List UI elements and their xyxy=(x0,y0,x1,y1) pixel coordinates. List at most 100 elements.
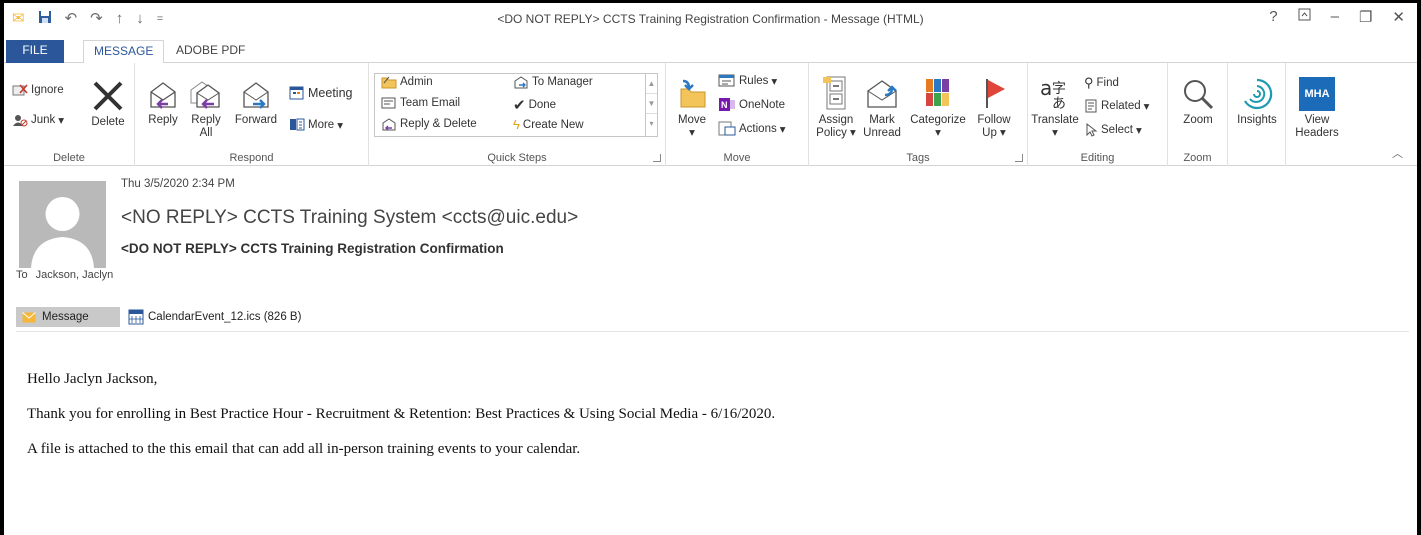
magnifier-icon xyxy=(1184,80,1214,110)
tags-launcher-icon[interactable] xyxy=(1015,154,1023,162)
junk-icon xyxy=(13,115,28,127)
follow-up-button[interactable]: Follow Up ▾ xyxy=(971,75,1017,140)
ignore-button[interactable]: Ignore xyxy=(12,83,64,97)
delete-group: Ignore Junk ▾ Delete Delete xyxy=(4,63,135,166)
select-button[interactable]: Select ▾ xyxy=(1084,123,1142,137)
ignore-icon xyxy=(12,84,28,96)
more-respond-button[interactable]: More ▾ xyxy=(289,117,343,132)
related-button[interactable]: Related ▾ xyxy=(1084,99,1149,113)
insights-button[interactable]: Insights xyxy=(1232,77,1282,127)
to-label: To xyxy=(16,269,28,281)
scroll-down-icon[interactable]: ▼ xyxy=(646,94,657,114)
related-icon xyxy=(1085,99,1097,113)
rules-icon xyxy=(718,74,735,87)
attachment-file[interactable]: CalendarEvent_12.ics (826 B) xyxy=(128,309,301,325)
assign-policy-button[interactable]: Assign Policy ▾ xyxy=(813,75,859,140)
tags-group: Assign Policy ▾ Mark Unread Categorize ▾ … xyxy=(809,63,1028,166)
body-paragraph: Thank you for enrolling in Best Practice… xyxy=(27,406,776,422)
reply-all-button[interactable]: Reply All xyxy=(185,77,227,140)
translate-button[interactable]: a字あ Translate ▾ xyxy=(1030,75,1080,140)
quick-step-create-new[interactable]: ϟ Create New xyxy=(513,117,584,132)
sender-name[interactable]: <NO REPLY> CCTS Training System <ccts@ui… xyxy=(121,207,578,229)
title-bar: ✉ ↶ ↷ ↑ ↓ = <DO NOT REPLY> CCTS Training… xyxy=(4,3,1417,37)
delete-group-label: Delete xyxy=(53,152,85,164)
respond-group-label: Respond xyxy=(229,152,274,164)
header-divider xyxy=(16,331,1409,332)
window-title: <DO NOT REPLY> CCTS Training Registratio… xyxy=(497,12,924,26)
envelope-icon xyxy=(22,311,36,322)
calendar-file-icon xyxy=(128,309,144,325)
view-headers-button[interactable]: MHA View Headers xyxy=(1292,77,1342,140)
collapse-ribbon-icon[interactable]: ︿ xyxy=(1392,145,1403,161)
svg-text:N: N xyxy=(721,100,728,110)
move-group-label: Move xyxy=(723,152,751,164)
lightning-icon: ϟ xyxy=(513,117,520,132)
help-icon[interactable]: ? xyxy=(1269,8,1277,26)
mark-unread-button[interactable]: Mark Unread xyxy=(859,75,905,140)
editing-group-label: Editing xyxy=(1080,152,1115,164)
message-tab[interactable]: Message xyxy=(16,307,120,327)
actions-icon xyxy=(718,121,736,136)
rules-button[interactable]: Rules ▾ xyxy=(718,73,777,88)
checkmark-icon: ✔ xyxy=(513,97,526,114)
assign-policy-icon xyxy=(823,76,846,110)
reply-icon xyxy=(150,82,176,109)
quick-step-admin[interactable]: Admin xyxy=(381,75,433,89)
body-paragraph: Hello Jaclyn Jackson, xyxy=(27,371,158,387)
actions-button[interactable]: Actions ▾ xyxy=(718,121,786,136)
quick-steps-scrollbar[interactable]: ▲ ▼ ▾ xyxy=(645,74,657,136)
ribbon-tabs: FILE MESSAGE ADOBE PDF xyxy=(4,37,1417,64)
forward-icon xyxy=(243,82,269,109)
binoculars-icon: ⚲ xyxy=(1084,75,1094,90)
expand-gallery-icon[interactable]: ▾ xyxy=(646,114,657,134)
tab-message[interactable]: MESSAGE xyxy=(83,40,165,64)
scroll-up-icon[interactable]: ▲ xyxy=(646,74,657,94)
respond-group: Reply Reply All Forward Meeting More ▾ Re… xyxy=(135,63,369,166)
find-button[interactable]: ⚲ Find xyxy=(1084,75,1119,91)
window-controls: ? – ❐ ✕ xyxy=(1269,8,1405,26)
zoom-button[interactable]: Zoom xyxy=(1174,77,1222,127)
close-icon[interactable]: ✕ xyxy=(1392,8,1405,26)
quick-step-team-email[interactable]: Team Email xyxy=(381,96,460,110)
onenote-icon: N xyxy=(719,98,735,111)
ribbon: Ignore Junk ▾ Delete Delete Reply Reply A… xyxy=(4,63,1417,166)
junk-button[interactable]: Junk ▾ xyxy=(12,113,64,127)
insights-group: Insights xyxy=(1228,63,1286,166)
quick-step-reply-delete[interactable]: Reply & Delete xyxy=(381,117,477,131)
minimize-icon[interactable]: – xyxy=(1331,8,1339,26)
reply-button[interactable]: Reply xyxy=(143,77,183,127)
message-header: Thu 3/5/2020 2:34 PM <NO REPLY> CCTS Tra… xyxy=(4,167,1417,297)
tab-file[interactable]: FILE xyxy=(6,40,64,63)
quick-steps-launcher-icon[interactable] xyxy=(653,154,661,162)
attachments-bar: Message CalendarEvent_12.ics (826 B) xyxy=(16,307,301,327)
svg-text:字: 字 xyxy=(1052,81,1066,97)
reply-delete-icon xyxy=(382,118,396,131)
recipient-name[interactable]: Jackson, Jaclyn xyxy=(36,269,114,281)
quick-step-to-manager[interactable]: To Manager xyxy=(513,75,593,89)
mha-icon: MHA xyxy=(1299,77,1335,111)
translate-icon: a 字あ xyxy=(1040,76,1066,111)
meeting-button[interactable]: Meeting xyxy=(289,85,352,100)
select-cursor-icon xyxy=(1086,123,1098,137)
quick-step-done[interactable]: ✔ Done xyxy=(513,96,556,114)
zoom-group-label: Zoom xyxy=(1183,152,1212,164)
insights-icon xyxy=(1244,78,1273,110)
move-button[interactable]: Move ▾ xyxy=(672,77,712,140)
svg-text:a: a xyxy=(1040,76,1052,100)
outlook-message-window: ✉ ↶ ↷ ↑ ↓ = <DO NOT REPLY> CCTS Training… xyxy=(4,3,1417,535)
categorize-button[interactable]: Categorize ▾ xyxy=(905,75,971,140)
message-date: Thu 3/5/2020 2:34 PM xyxy=(121,178,235,190)
move-icon xyxy=(680,79,706,108)
mha-group: MHA View Headers xyxy=(1286,63,1348,166)
mark-unread-icon xyxy=(867,80,897,108)
delete-button[interactable]: Delete xyxy=(86,79,130,129)
editing-group: a字あ Translate ▾ ⚲ Find Related ▾ Select ▾ E… xyxy=(1028,63,1168,166)
folder-icon xyxy=(381,76,397,89)
restore-icon[interactable]: ❐ xyxy=(1359,8,1372,26)
onenote-button[interactable]: N OneNote xyxy=(718,97,785,112)
tags-group-label: Tags xyxy=(906,152,930,164)
tab-adobe-pdf[interactable]: ADOBE PDF xyxy=(166,40,255,63)
forward-button[interactable]: Forward xyxy=(231,77,281,127)
email-icon xyxy=(381,97,396,109)
ribbon-display-icon[interactable] xyxy=(1298,8,1311,26)
